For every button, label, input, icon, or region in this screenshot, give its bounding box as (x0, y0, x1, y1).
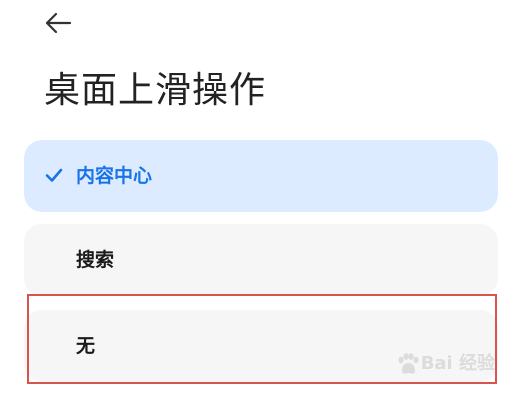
arrow-left-icon (45, 12, 72, 34)
option-label: 无 (76, 335, 96, 357)
watermark: Bai 经验 (395, 352, 495, 376)
option-label: 搜索 (76, 249, 115, 271)
paw-icon (398, 353, 419, 374)
page-title: 桌面上滑操作 (44, 70, 267, 111)
checkmark-icon (45, 168, 63, 182)
option-label: 内容中心 (76, 165, 153, 187)
option-content-center[interactable]: 内容中心 (24, 140, 498, 212)
option-search[interactable]: 搜索 (24, 224, 498, 296)
watermark-text: Bai 经验 (420, 353, 495, 374)
back-button[interactable] (44, 8, 84, 38)
